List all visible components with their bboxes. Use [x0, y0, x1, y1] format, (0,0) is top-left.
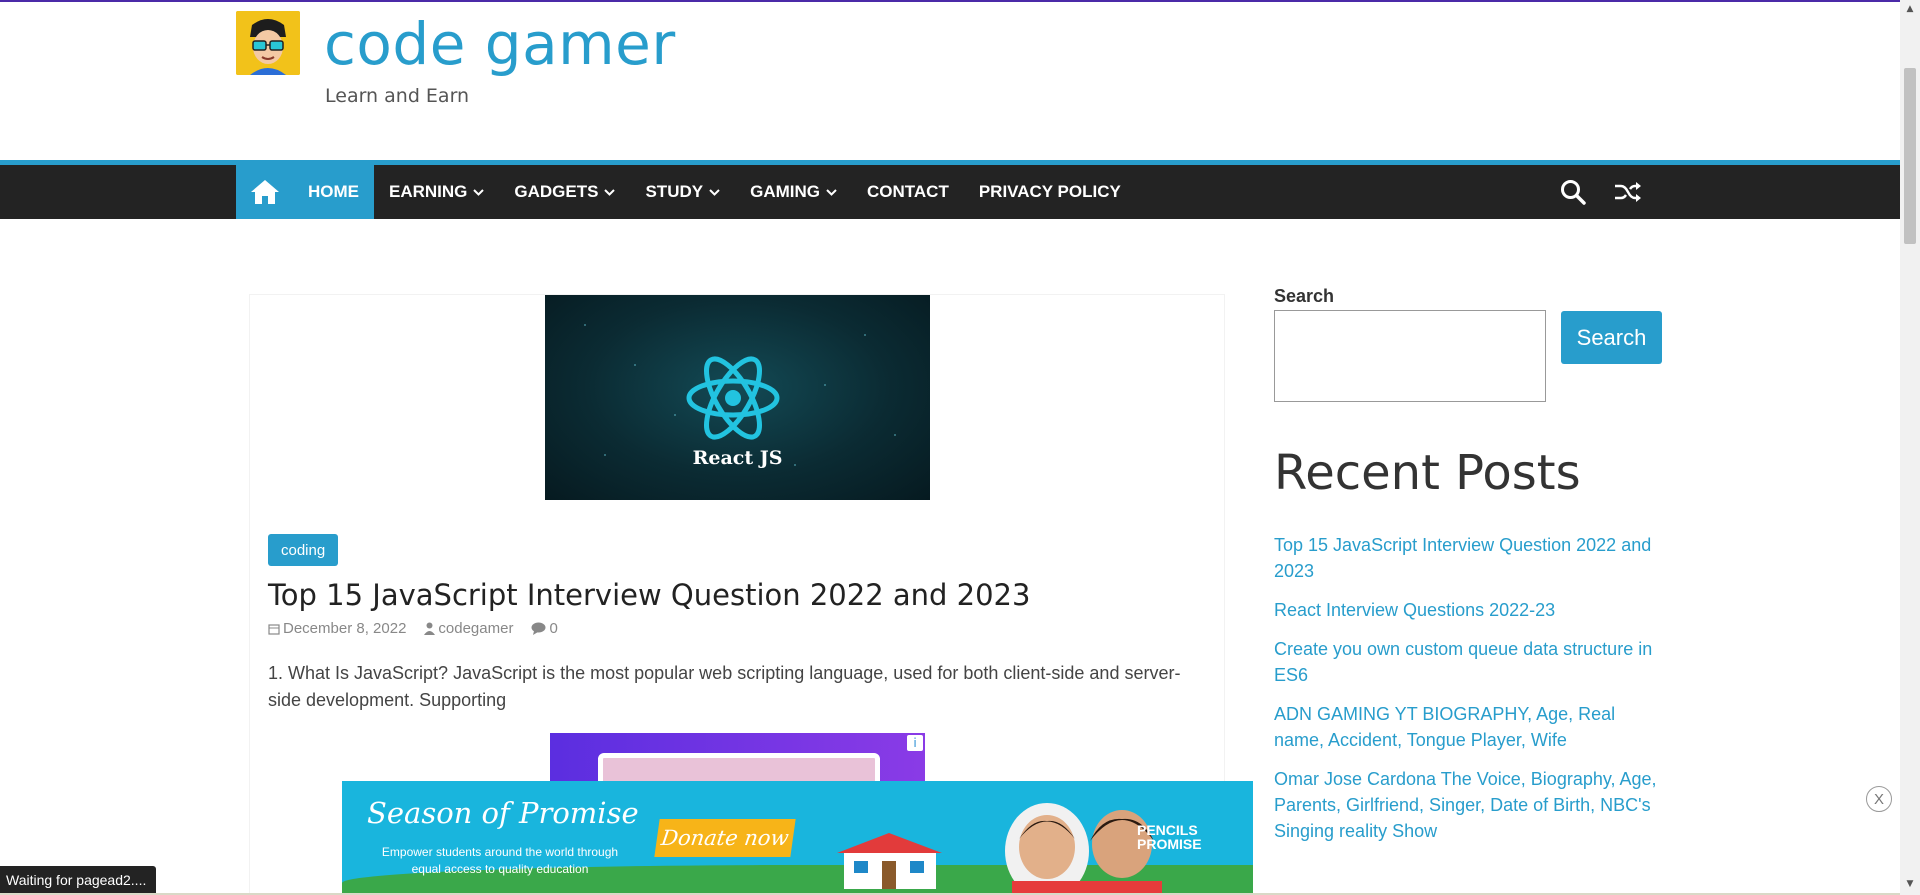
nav-item-study[interactable]: STUDY [630, 165, 735, 219]
post-excerpt: 1. What Is JavaScript? JavaScript is the… [268, 663, 1181, 710]
nav-tools [1560, 165, 1642, 219]
recent-post-link[interactable]: React Interview Questions 2022-23 [1274, 597, 1664, 623]
ad-brand-line1: PENCILS [1137, 822, 1198, 838]
post-author[interactable]: codegamer [424, 620, 513, 637]
site-header: code gamer Learn and Earn [0, 2, 1900, 160]
nav-item-gadgets[interactable]: GADGETS [499, 165, 630, 219]
scroll-down-arrow-icon[interactable]: ▼ [1905, 879, 1915, 889]
chevron-down-icon [604, 188, 616, 196]
main-navigation: HOME EARNING GADGETS STUDY GAMING CONTAC… [0, 160, 1900, 219]
nav-home-button[interactable] [236, 165, 293, 219]
search-input[interactable] [1274, 310, 1546, 402]
ad-close-button[interactable]: X [1866, 786, 1892, 812]
post-title[interactable]: Top 15 JavaScript Interview Question 202… [268, 578, 1030, 612]
ad-brand-line2: PROMISE [1137, 836, 1202, 852]
category-tag[interactable]: coding [268, 534, 339, 566]
ad-subtext: Empower students around the world throug… [381, 845, 619, 876]
post-comments[interactable]: 0 [531, 620, 558, 637]
ad-donate-label: Donate now [659, 826, 791, 850]
avatar-icon [236, 11, 300, 75]
scroll-up-arrow-icon[interactable]: ▲ [1905, 4, 1915, 14]
browser-viewport: code gamer Learn and Earn HOME EARNING G… [0, 0, 1920, 895]
home-icon [250, 180, 279, 204]
vertical-scrollbar[interactable]: ▲ ▼ [1900, 0, 1920, 895]
scrollbar-thumb[interactable] [1904, 68, 1916, 244]
nav-item-label: PRIVACY POLICY [978, 182, 1121, 201]
nav-item-label: HOME [308, 182, 359, 201]
recent-post-link[interactable]: Top 15 JavaScript Interview Question 202… [1274, 532, 1664, 584]
chevron-down-icon [826, 188, 837, 196]
calendar-icon [268, 623, 280, 635]
ad-donate-button[interactable]: Donate now [654, 819, 796, 857]
ad-brand: PENCILS PROMISE [1137, 823, 1202, 851]
site-tagline: Learn and Earn [325, 85, 470, 107]
chevron-down-icon [709, 188, 720, 196]
browser-status-bar: Waiting for pagead2.... [0, 866, 157, 893]
random-icon[interactable] [1614, 181, 1642, 203]
nav-item-label: EARNING [389, 182, 468, 201]
post-meta: December 8, 2022 codegamer 0 [268, 620, 576, 637]
nav-item-gaming[interactable]: GAMING [735, 165, 852, 219]
recent-post-link[interactable]: ADN GAMING YT BIOGRAPHY, Age, Real name,… [1274, 701, 1664, 753]
search-button[interactable]: Search [1561, 311, 1662, 364]
search-icon[interactable] [1560, 179, 1586, 205]
user-icon [424, 622, 436, 635]
post-date[interactable]: December 8, 2022 [268, 620, 406, 637]
schoolhouse-icon [837, 833, 942, 889]
recent-posts-list: Top 15 JavaScript Interview Question 202… [1274, 532, 1664, 857]
react-logo-icon [584, 324, 896, 466]
recent-post-link[interactable]: Omar Jose Cardona The Voice, Biography, … [1274, 766, 1664, 844]
nav-item-label: GAMING [750, 182, 820, 201]
nav-item-label: GADGETS [514, 182, 599, 201]
comment-icon [531, 622, 546, 635]
site-title[interactable]: code gamer [324, 10, 676, 78]
search-widget-label: Search [1274, 286, 1335, 306]
nav-item-contact[interactable]: CONTACT [852, 165, 964, 219]
anchor-ad-banner[interactable]: Season of Promise Empower students aroun… [342, 781, 1253, 895]
ad-headline: Season of Promise [367, 796, 639, 830]
post-author-text: codegamer [438, 620, 514, 637]
nav-menu: HOME EARNING GADGETS STUDY GAMING CONTAC… [236, 165, 1136, 219]
nav-item-earning[interactable]: EARNING [374, 165, 499, 219]
featured-caption: React JS [692, 447, 783, 469]
recent-post-link[interactable]: Create you own custom queue data structu… [1274, 636, 1664, 688]
chevron-down-icon [473, 188, 485, 196]
featured-image[interactable]: React JS [545, 295, 930, 500]
recent-posts-title: Recent Posts [1274, 445, 1581, 501]
post-comments-count: 0 [549, 620, 558, 637]
post-date-text: December 8, 2022 [283, 620, 407, 637]
nav-item-privacy-policy[interactable]: PRIVACY POLICY [964, 165, 1136, 219]
nav-item-label: CONTACT [866, 182, 949, 201]
nav-item-label: STUDY [645, 182, 704, 201]
ad-info-icon[interactable]: i [907, 735, 923, 751]
nav-item-home[interactable]: HOME [293, 165, 374, 219]
site-logo-avatar[interactable] [236, 11, 300, 75]
